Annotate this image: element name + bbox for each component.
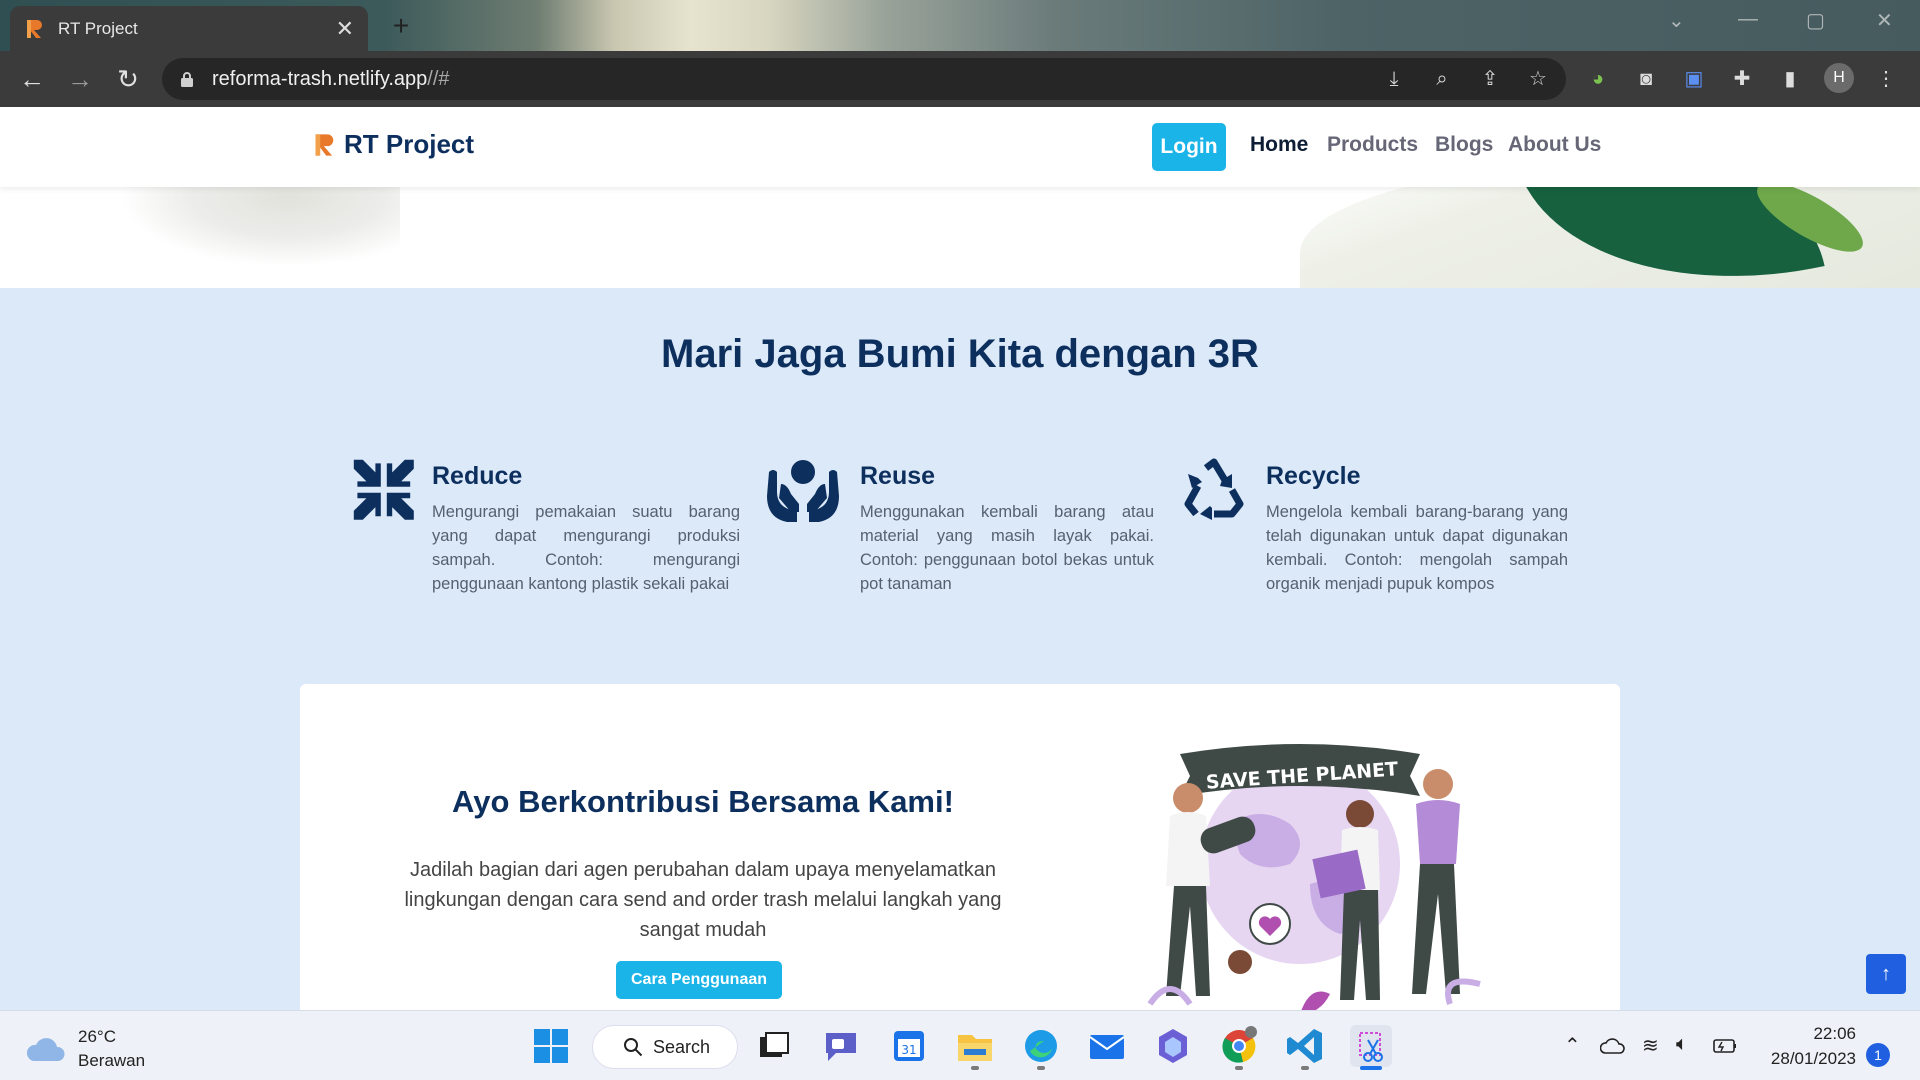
battery-icon[interactable] [1712, 1037, 1738, 1055]
clock-date: 28/01/2023 [1770, 1049, 1856, 1068]
browser-toolbar: ← → ↻ reforma-trash.netlify.app//# ⤓ ⌕ ⇪… [0, 51, 1920, 107]
brush-stroke-decoration [120, 187, 400, 267]
zoom-icon[interactable]: ⌕ [1430, 67, 1454, 91]
translate-extension-icon[interactable]: ▣ [1680, 65, 1708, 93]
svg-text:31: 31 [901, 1043, 916, 1057]
scroll-to-top-button[interactable]: ↑ [1866, 954, 1906, 994]
feature-description: Mengurangi pemakaian suatu barang yang d… [432, 503, 740, 593]
contribute-card: Ayo Berkontribusi Bersama Kami! Jadilah … [300, 684, 1620, 1014]
hands-holding-icon [767, 460, 839, 522]
mail-app-icon[interactable] [1086, 1025, 1128, 1067]
address-bar[interactable]: reforma-trash.netlify.app//# ⤓ ⌕ ⇪ ☆ [162, 58, 1566, 100]
volume-icon[interactable]: 🔈︎ [1676, 1033, 1688, 1056]
tab-close-icon[interactable]: ✕ [336, 16, 354, 42]
wifi-icon[interactable]: ≋ [1642, 1033, 1659, 1058]
tab-search-icon[interactable]: ⌄ [1668, 8, 1685, 33]
edge-browser-icon[interactable] [1020, 1025, 1062, 1067]
lock-icon [181, 72, 193, 87]
maximize-icon[interactable]: ▢ [1806, 8, 1825, 33]
search-icon [624, 1038, 643, 1057]
file-explorer-icon[interactable] [954, 1025, 996, 1067]
profile-avatar[interactable]: H [1824, 63, 1854, 93]
running-indicator [1301, 1066, 1309, 1070]
calendar-app-icon[interactable]: 31 [888, 1025, 930, 1067]
extensions-puzzle-icon[interactable]: ✚ [1728, 65, 1756, 93]
taskbar-search[interactable]: Search [592, 1025, 738, 1069]
back-icon[interactable]: ← [16, 63, 48, 95]
chrome-browser-icon[interactable] [1218, 1025, 1260, 1067]
minimize-icon[interactable]: — [1738, 8, 1758, 31]
camera-extension-icon[interactable]: ◙ [1632, 65, 1660, 93]
url-text: reforma-trash.netlify.app//# [212, 67, 450, 90]
section-3r-title: Mari Jaga Bumi Kita dengan 3R [661, 332, 1259, 376]
weather-widget[interactable]: 26°C Berawan [26, 1025, 145, 1073]
feature-title: Reuse [860, 462, 936, 490]
browser-tabbar: RT Project ✕ + ⌄ — ▢ ✕ [0, 0, 1920, 51]
running-indicator [971, 1066, 979, 1070]
snipping-tool-icon[interactable] [1350, 1025, 1392, 1067]
cloud-icon [26, 1038, 65, 1061]
nav-blogs[interactable]: Blogs [1435, 133, 1493, 157]
feature-title: Recycle [1266, 462, 1361, 490]
feature-description: Menggunakan kembali barang atau material… [860, 503, 1154, 593]
contribute-title: Ayo Berkontribusi Bersama Kami! [452, 784, 954, 819]
close-window-icon[interactable]: ✕ [1876, 8, 1893, 33]
new-tab-icon[interactable]: + [386, 12, 416, 42]
windows-taskbar: 26°C Berawan Search 31 ⌃ ≋ 🔈︎ 22:06 28/0… [0, 1010, 1920, 1080]
notification-badge[interactable]: 1 [1866, 1043, 1890, 1067]
how-to-use-button[interactable]: Cara Penggunaan [616, 961, 782, 999]
running-indicator [1235, 1066, 1243, 1070]
extension-globe-icon[interactable]: ◕ [1584, 65, 1612, 93]
nav-home[interactable]: Home [1250, 133, 1308, 157]
task-view-icon[interactable] [752, 1025, 794, 1067]
save-the-planet-illustration: SAVE THE PLANET [1147, 744, 1481, 1014]
contribute-body: Jadilah bagian dari agen perubahan dalam… [404, 859, 1002, 941]
menu-kebab-icon[interactable]: ⋮ [1872, 65, 1900, 93]
nav-products[interactable]: Products [1327, 133, 1418, 157]
teams-chat-icon[interactable] [820, 1025, 862, 1067]
brand-name: RT Project [344, 129, 475, 159]
bookmark-star-icon[interactable]: ☆ [1526, 67, 1550, 91]
onedrive-cloud-icon[interactable] [1600, 1037, 1626, 1055]
clock-time: 22:06 [1813, 1024, 1856, 1043]
rt-logo-icon [315, 133, 334, 156]
active-app-indicator [1360, 1066, 1382, 1070]
weather-temp: 26°C [78, 1027, 116, 1046]
weather-desc: Berawan [78, 1051, 146, 1070]
site-header: RT Project Login Home Products Blogs Abo… [0, 107, 1920, 187]
tray-overflow-icon[interactable]: ⌃ [1564, 1033, 1581, 1058]
rt-logo-icon [27, 19, 42, 38]
search-label: Search [653, 1036, 711, 1057]
side-panel-icon[interactable]: ▮ [1776, 65, 1804, 93]
hero-banner [0, 187, 1920, 288]
vscode-icon[interactable] [1284, 1025, 1326, 1067]
compress-arrows-icon [353, 459, 414, 520]
nav-about-us[interactable]: About Us [1508, 133, 1601, 157]
system-clock[interactable]: 22:06 28/01/2023 [1760, 1021, 1856, 1071]
feature-description: Mengelola kembali barang-barang yang tel… [1266, 503, 1568, 593]
copilot-app-icon[interactable] [1152, 1025, 1194, 1067]
windows-start-icon[interactable] [530, 1025, 572, 1067]
install-icon[interactable]: ⤓ [1382, 67, 1406, 91]
login-button[interactable]: Login [1152, 123, 1226, 171]
feature-title: Reduce [432, 462, 523, 490]
tab-title: RT Project [58, 18, 138, 38]
share-icon[interactable]: ⇪ [1478, 67, 1502, 91]
reload-icon[interactable]: ↻ [112, 63, 144, 95]
running-indicator [1037, 1066, 1045, 1070]
browser-tab[interactable]: RT Project ✕ [10, 6, 368, 51]
brand-logo[interactable]: RT Project [312, 129, 474, 160]
forward-icon[interactable]: → [64, 63, 96, 95]
recycle-icon [1184, 458, 1244, 520]
